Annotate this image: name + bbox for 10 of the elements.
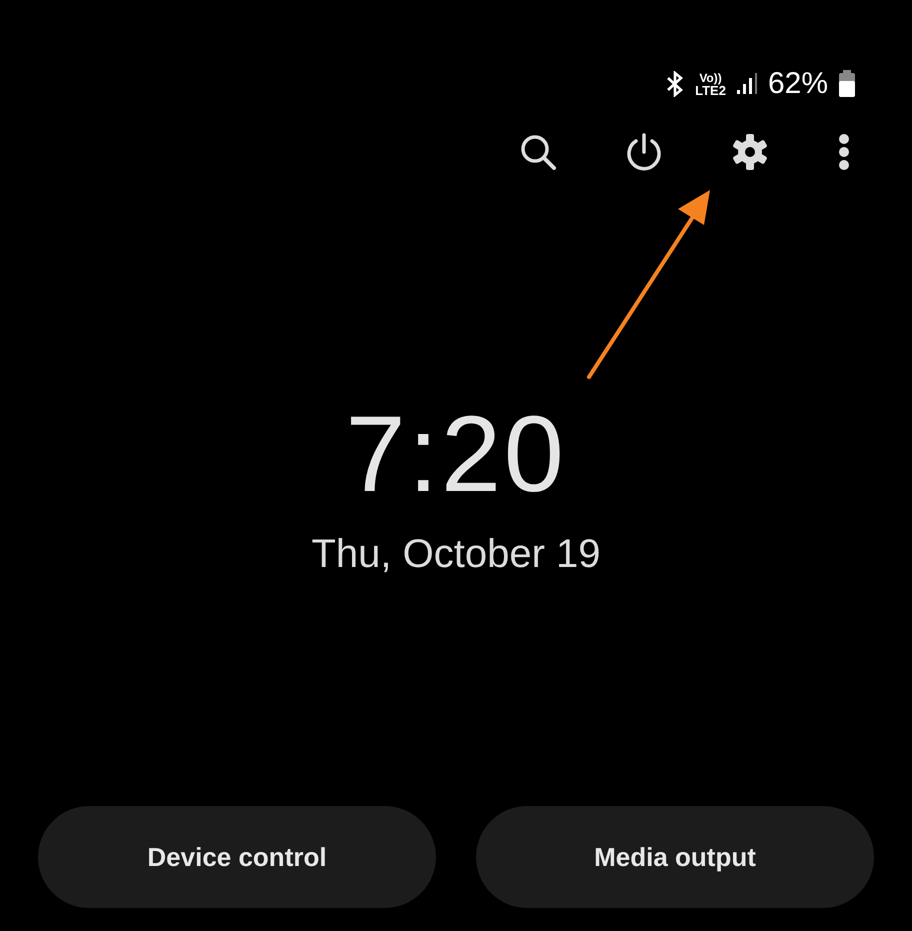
battery-icon	[838, 70, 856, 98]
clock-date: Thu, October 19	[311, 534, 601, 574]
battery-percent: 62%	[768, 69, 828, 99]
signal-icon	[736, 72, 758, 96]
network-label: LTE2	[695, 84, 726, 96]
clock-time: 7:20	[346, 400, 566, 508]
quick-action-button[interactable]: Media output	[476, 806, 874, 908]
quick-action-button[interactable]: Device control	[38, 806, 436, 908]
bluetooth-icon	[665, 71, 686, 97]
volte-label: Vo))	[699, 72, 722, 84]
